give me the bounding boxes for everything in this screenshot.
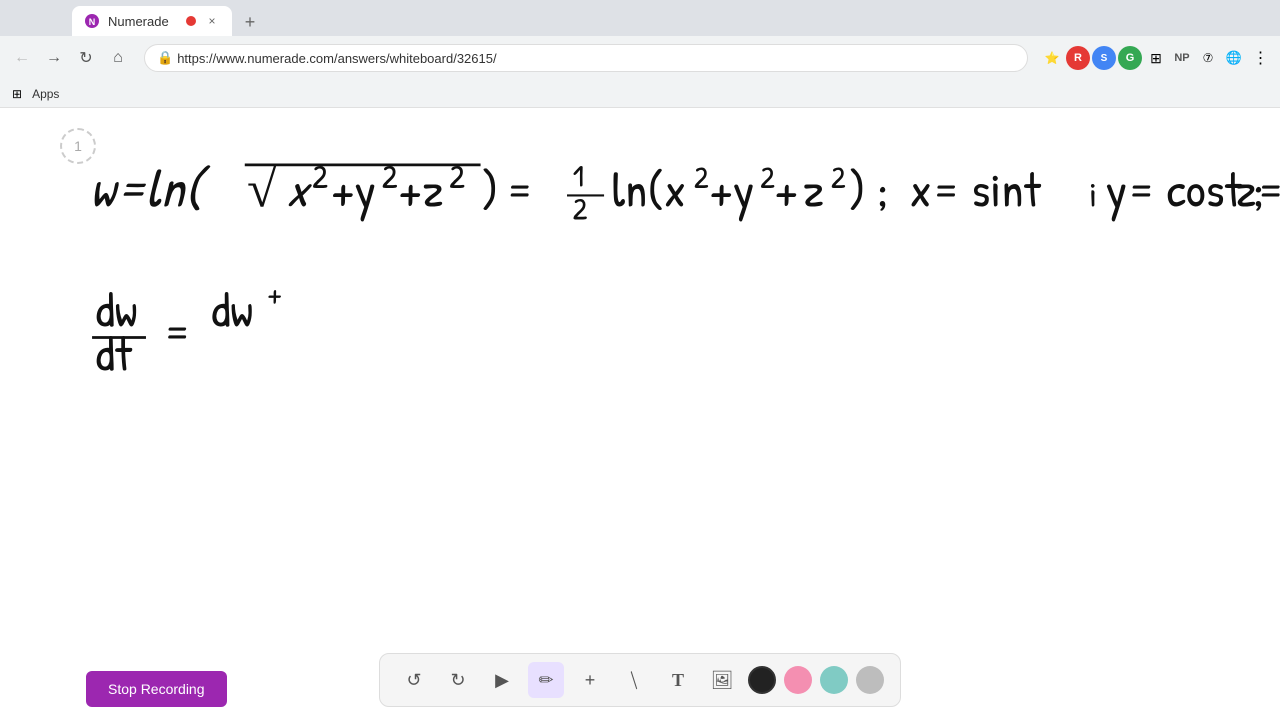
bottom-toolbar-area: Stop Recording ↺ ↻ ▶ ✏ [0, 640, 1280, 720]
svg-text:2: 2 [831, 156, 846, 197]
svg-text:z: z [803, 157, 824, 222]
eraser-button[interactable]: ╱ [616, 662, 652, 698]
home-button[interactable]: ⌂ [104, 44, 132, 72]
text-tool-button[interactable]: T [660, 662, 696, 698]
eraser-icon: ╱ [625, 671, 643, 689]
svg-text:=: = [505, 157, 533, 222]
color-gray[interactable] [856, 666, 884, 694]
color-green[interactable] [820, 666, 848, 694]
bookmarks-bar: ⊞ Apps [0, 80, 1280, 108]
recording-dot [186, 16, 196, 26]
plus-icon: + [585, 670, 596, 691]
math-content: w=ln( √ x 2 +y 2 +z 2 ) = 1 2 ln(x [0, 108, 1280, 720]
svg-text:2: 2 [449, 154, 465, 198]
apps-bookmark[interactable]: ⊞ Apps [12, 85, 65, 103]
menu-icon[interactable]: ⋮ [1248, 46, 1272, 70]
address-bar[interactable]: 🔒 https://www.numerade.com/answers/white… [144, 44, 1028, 72]
back-button[interactable]: ← [8, 44, 36, 72]
forward-button[interactable]: → [40, 44, 68, 72]
svg-text:N: N [89, 17, 96, 27]
forward-icon: → [46, 49, 62, 67]
svg-text:dw: dw [211, 277, 253, 342]
ext4-icon[interactable]: NP [1170, 46, 1194, 70]
svg-text:2: 2 [694, 156, 709, 197]
undo-button[interactable]: ↺ [396, 662, 432, 698]
svg-text:x: x [286, 157, 312, 222]
svg-text:√: √ [247, 160, 277, 218]
drawing-toolbar: ↺ ↻ ▶ ✏ + ╱ [379, 653, 901, 707]
svg-text:2: 2 [760, 156, 775, 197]
svg-text:2: 2 [573, 188, 588, 229]
add-button[interactable]: + [572, 662, 608, 698]
stop-recording-button[interactable]: Stop Recording [86, 671, 227, 707]
tab-title: Numerade [108, 14, 178, 29]
redo-icon: ↻ [450, 670, 465, 691]
svg-text:dt: dt [95, 321, 133, 386]
svg-text:=: = [163, 299, 191, 364]
ext1-icon[interactable]: S [1092, 46, 1116, 70]
ext2-icon[interactable]: G [1118, 46, 1142, 70]
svg-text:ln(x: ln(x [612, 157, 686, 222]
tab-close-button[interactable]: × [204, 13, 220, 29]
lock-icon: 🔒 [157, 50, 173, 66]
pen-icon: ✏ [538, 670, 553, 691]
whiteboard[interactable]: 1 w=ln( √ x 2 +y 2 +z 2 ) = 1 [0, 108, 1280, 720]
svg-text:x= sint: x= sint [909, 157, 1041, 222]
svg-text:+: + [775, 157, 799, 222]
tab-favicon: N [84, 13, 100, 29]
svg-text:2: 2 [312, 154, 328, 198]
address-text: https://www.numerade.com/answers/whitebo… [177, 51, 1015, 66]
ext6-icon[interactable]: 🌐 [1222, 46, 1246, 70]
ext3-icon[interactable]: ⊞ [1144, 46, 1168, 70]
extensions-icon[interactable]: ⭐ [1040, 46, 1064, 70]
image-icon: 🖼 [711, 670, 734, 691]
svg-text:2: 2 [382, 154, 398, 198]
home-icon: ⌂ [113, 49, 123, 67]
undo-icon: ↺ [406, 670, 421, 691]
text-icon: T [672, 670, 684, 691]
active-tab[interactable]: N Numerade × [72, 6, 232, 36]
svg-text:w=ln(: w=ln( [90, 152, 211, 223]
svg-text:+: + [267, 273, 282, 314]
apps-label[interactable]: Apps [26, 85, 65, 103]
pen-tool-button[interactable]: ✏ [528, 662, 564, 698]
new-tab-button[interactable]: + [236, 8, 264, 36]
redo-button[interactable]: ↻ [440, 662, 476, 698]
refresh-icon: ↻ [79, 48, 92, 68]
refresh-button[interactable]: ↻ [72, 44, 100, 72]
profile-icon[interactable]: R [1066, 46, 1090, 70]
svg-text:+z: +z [399, 157, 444, 222]
select-tool-button[interactable]: ▶ [484, 662, 520, 698]
color-pink[interactable] [784, 666, 812, 694]
color-black[interactable] [748, 666, 776, 694]
browser-extensions: ⭐ R S G ⊞ NP ⑦ 🌐 ⋮ [1040, 46, 1272, 70]
nav-bar: ← → ↻ ⌂ 🔒 https://www.numerade.com/answe… [0, 36, 1280, 80]
back-icon: ← [14, 49, 30, 67]
cursor-icon: ▶ [495, 670, 509, 691]
ext5-icon[interactable]: ⑦ [1196, 46, 1220, 70]
image-button[interactable]: 🖼 [704, 662, 740, 698]
page-content: 1 w=ln( √ x 2 +y 2 +z 2 ) = 1 [0, 108, 1280, 720]
svg-text:): ) [481, 157, 499, 222]
svg-text:) ;: ) ; [848, 157, 889, 222]
svg-text:+y: +y [710, 157, 755, 222]
apps-grid-icon: ⊞ [12, 87, 22, 101]
svg-text:z= tant: z= tant [1235, 157, 1280, 222]
svg-text:i: i [1089, 171, 1097, 218]
tab-bar: N Numerade × + [0, 0, 1280, 36]
svg-text:+y: +y [331, 157, 376, 222]
